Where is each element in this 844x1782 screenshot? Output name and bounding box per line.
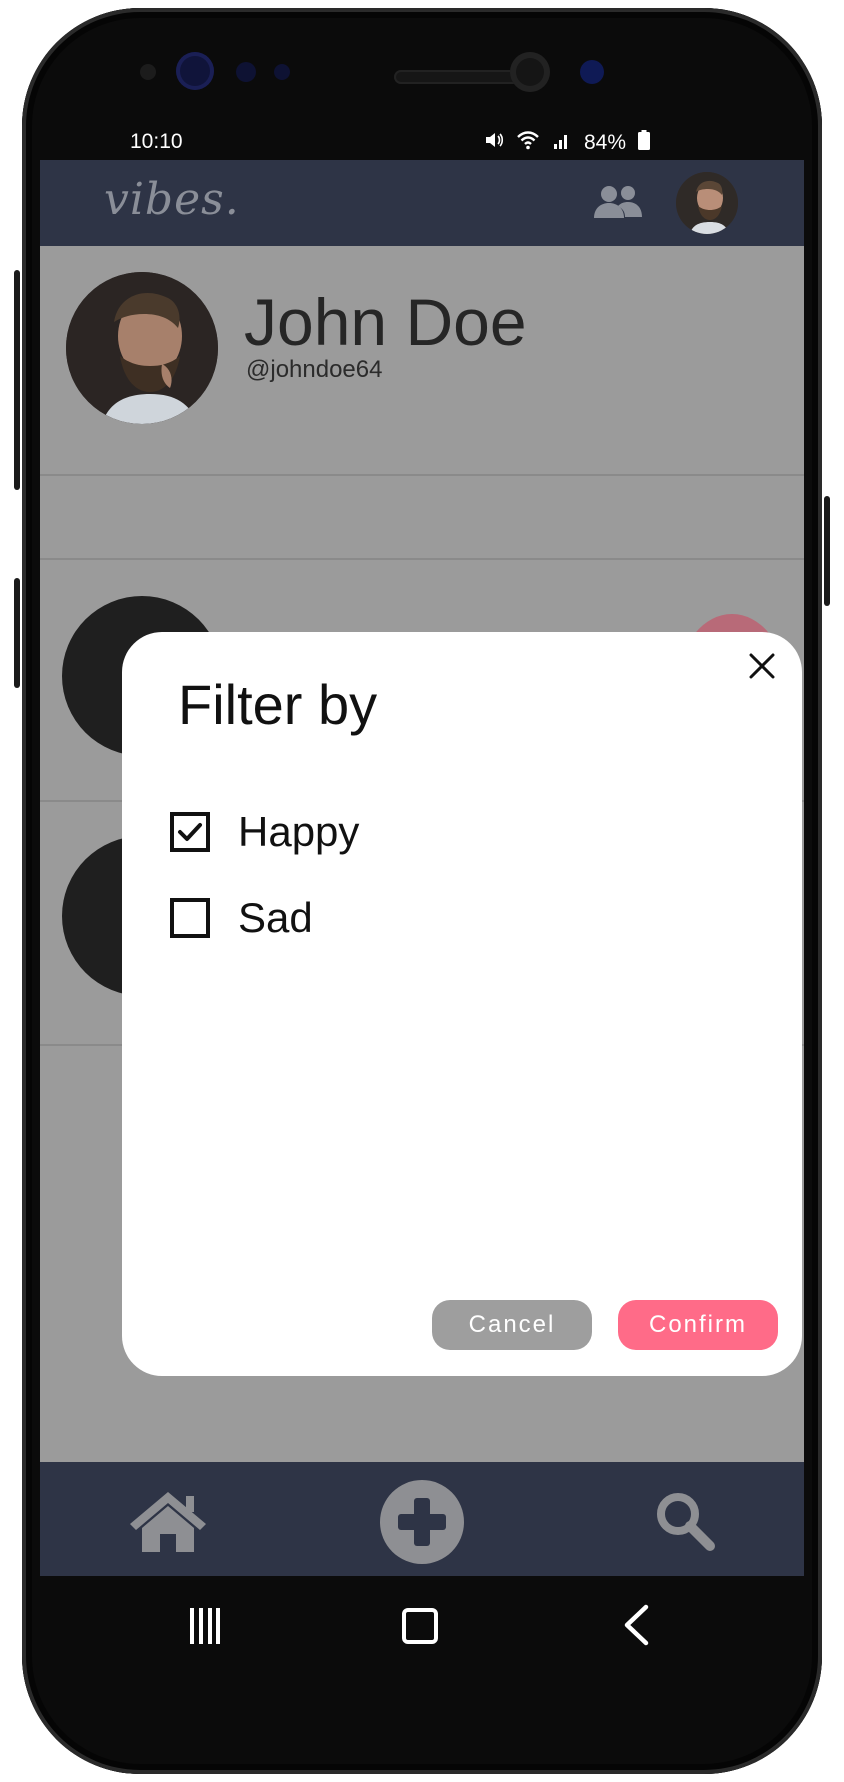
- iris-camera: [580, 60, 604, 84]
- battery-icon: [638, 130, 650, 156]
- back-icon[interactable]: [622, 1604, 650, 1651]
- front-camera: [510, 52, 550, 92]
- plus-icon: [398, 1498, 446, 1546]
- home-icon[interactable]: [128, 1490, 208, 1552]
- friends-icon[interactable]: [592, 184, 644, 220]
- system-navigation-bar: [40, 1580, 804, 1670]
- happy-checkbox[interactable]: [170, 812, 210, 852]
- app-screen: vibes. John Doe @johndoe64 Filter by Hap…: [40, 160, 804, 1576]
- profile-header: John Doe @johndoe64: [40, 246, 804, 492]
- wifi-icon: [516, 130, 540, 156]
- profile-name: John Doe: [244, 285, 527, 359]
- home-button-icon[interactable]: [402, 1608, 438, 1649]
- power-button: [824, 496, 830, 606]
- bixby-button: [14, 578, 20, 688]
- confirm-button[interactable]: Confirm: [618, 1300, 778, 1350]
- feed-divider: [40, 474, 804, 476]
- sad-checkbox[interactable]: [170, 898, 210, 938]
- proximity-sensor: [236, 62, 256, 82]
- checkmark-icon: [178, 823, 202, 841]
- light-sensor: [274, 64, 290, 80]
- recent-apps-icon[interactable]: [190, 1608, 220, 1649]
- add-post-button[interactable]: [380, 1480, 464, 1564]
- filter-option-happy[interactable]: Happy: [170, 808, 359, 856]
- sensor-dot: [140, 64, 156, 80]
- option-label: Happy: [238, 808, 360, 855]
- app-logo[interactable]: vibes.: [104, 174, 240, 225]
- filter-dialog: Filter by Happy Sad Cancel Confirm: [122, 632, 802, 1376]
- battery-percent: 84%: [583, 131, 626, 154]
- dialog-title: Filter by: [178, 673, 378, 736]
- iris-sensor: [176, 52, 214, 90]
- feed-divider: [40, 558, 804, 560]
- status-time: 10:10: [130, 130, 183, 153]
- bottom-navigation: [40, 1462, 804, 1576]
- search-icon[interactable]: [654, 1490, 716, 1552]
- cancel-button[interactable]: Cancel: [432, 1300, 592, 1350]
- volume-button: [14, 270, 20, 490]
- signal-icon: [552, 130, 572, 156]
- filter-option-sad[interactable]: Sad: [170, 894, 313, 942]
- user-avatar-small[interactable]: [676, 172, 738, 234]
- profile-avatar: [66, 272, 218, 424]
- profile-handle: @johndoe64: [246, 356, 383, 383]
- volume-icon: [484, 130, 504, 156]
- top-app-bar: vibes.: [40, 160, 804, 246]
- option-label: Sad: [238, 894, 313, 941]
- close-icon[interactable]: [742, 646, 782, 686]
- status-icons: 84%: [484, 130, 650, 156]
